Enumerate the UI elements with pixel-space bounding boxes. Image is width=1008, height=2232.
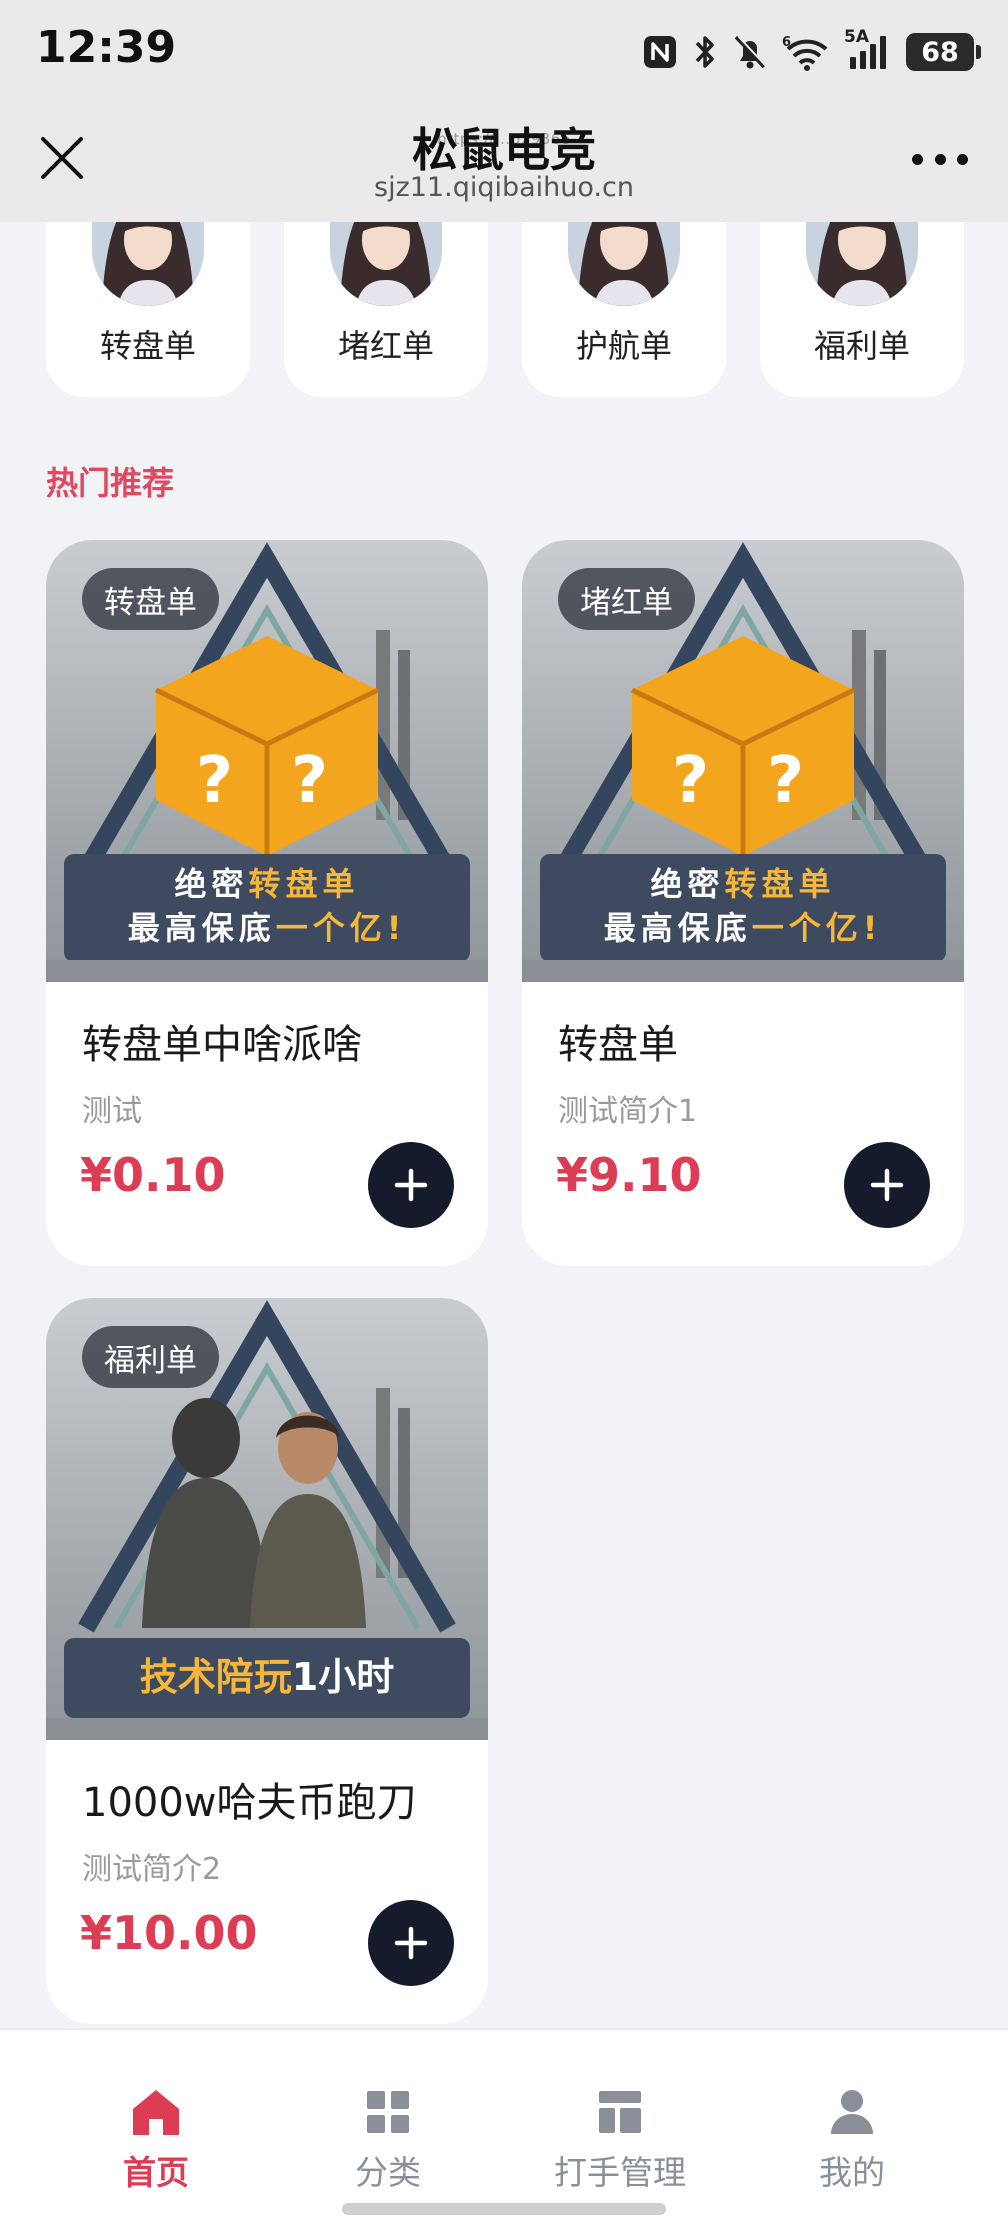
banner-highlight: 一个亿! [275, 909, 407, 947]
wifi-icon: 6 [782, 33, 832, 71]
layout-icon [599, 2091, 641, 2133]
svg-text:?: ? [291, 744, 328, 818]
page-title: 松鼠电竞 [412, 123, 596, 177]
banner-text: 最高保底 [603, 909, 752, 947]
nav-label: 首页 [123, 2153, 189, 2192]
category-card-bid[interactable]: 堵红单 [284, 222, 488, 397]
category-label: 堵红单 [337, 327, 434, 365]
more-menu-button[interactable] [912, 144, 968, 174]
banner-highlight: 转盘单 [724, 865, 836, 903]
category-label: 转盘单 [99, 327, 196, 365]
main-content[interactable]: 转盘单 堵红单 护航单 福利单 热门推荐 ? ? 绝密转盘单 最高保底一个亿! … [0, 222, 1008, 2028]
home-indicator[interactable] [342, 2203, 666, 2215]
title-bar: https://...p29366 松鼠电竞 sjz11.qiqibaihuo.… [0, 108, 1008, 222]
product-card[interactable]: ? ? 绝密转盘单 最高保底一个亿! 转盘单 转盘单中啥派啥 测试 ¥0.10 [46, 540, 488, 1266]
more-dot-icon [934, 153, 946, 165]
product-card[interactable]: 技术陪玩1小时 福利单 1000w哈夫币跑刀 测试简介2 ¥10.00 [46, 1298, 488, 2024]
nav-label: 我的 [819, 2153, 885, 2192]
svg-text:?: ? [672, 744, 709, 818]
bottom-nav: 首页 分类 打手管理 我的 [0, 2028, 1008, 2232]
user-icon [831, 2090, 873, 2134]
product-card[interactable]: ? ? 绝密转盘单 最高保底一个亿! 堵红单 转盘单 测试简介1 ¥9.10 [522, 540, 964, 1266]
product-tag: 福利单 [82, 1326, 219, 1388]
product-description: 测试简介1 [558, 1094, 698, 1129]
add-to-cart-button[interactable] [844, 1142, 930, 1228]
product-price: ¥9.10 [556, 1148, 702, 1202]
product-banner: 绝密转盘单 最高保底一个亿! [540, 862, 946, 950]
category-card-escort[interactable]: 护航单 [522, 222, 726, 397]
status-icons: 6 5A 68 [642, 27, 981, 74]
section-title-hot: 热门推荐 [46, 464, 175, 502]
banner-text: 绝密 [650, 865, 725, 903]
banner-highlight: 一个亿! [751, 909, 883, 947]
category-label: 护航单 [575, 327, 672, 365]
grid-icon [367, 2091, 409, 2133]
banner-highlight: 转盘单 [248, 865, 360, 903]
network-type: 5A [844, 27, 869, 47]
signal-icon: 5A [844, 27, 892, 71]
product-tag: 转盘单 [82, 568, 219, 630]
category-label: 福利单 [813, 327, 910, 365]
product-description: 测试 [82, 1094, 142, 1129]
nav-label: 分类 [355, 2153, 421, 2192]
plus-icon [394, 1168, 428, 1202]
battery-icon: 68 [906, 33, 981, 71]
category-row: 转盘单 堵红单 护航单 福利单 [46, 222, 964, 397]
nfc-icon [642, 34, 678, 70]
more-dot-icon [957, 153, 968, 165]
product-banner: 技术陪玩1小时 [64, 1652, 470, 1702]
product-description: 测试简介2 [82, 1852, 222, 1887]
category-avatar [92, 222, 204, 306]
svg-text:?: ? [196, 744, 233, 818]
plus-icon [394, 1926, 428, 1960]
banner-highlight: 技术陪玩 [139, 1655, 292, 1699]
banner-text: 绝密 [174, 865, 249, 903]
product-name: 转盘单 [558, 1022, 678, 1068]
nav-profile[interactable]: 我的 [752, 2084, 952, 2194]
product-price: ¥0.10 [80, 1148, 226, 1202]
home-icon [133, 2090, 179, 2135]
add-to-cart-button[interactable] [368, 1142, 454, 1228]
category-avatar [330, 222, 442, 306]
more-dot-icon [912, 153, 923, 165]
nav-home[interactable]: 首页 [56, 2084, 256, 2194]
product-name: 转盘单中啥派啥 [82, 1022, 362, 1068]
nav-category[interactable]: 分类 [288, 2084, 488, 2194]
product-name: 1000w哈夫币跑刀 [82, 1780, 417, 1826]
product-banner: 绝密转盘单 最高保底一个亿! [64, 862, 470, 950]
nav-label: 打手管理 [554, 2153, 686, 2192]
bluetooth-icon [692, 33, 718, 71]
category-card-welfare[interactable]: 福利单 [760, 222, 964, 397]
category-avatar [568, 222, 680, 306]
banner-text: 最高保底 [127, 909, 276, 947]
plus-icon [870, 1168, 904, 1202]
banner-text: 1小时 [291, 1655, 395, 1699]
page-domain: sjz11.qiqibaihuo.cn [374, 172, 634, 203]
svg-text:?: ? [767, 744, 804, 818]
nav-player-management[interactable]: 打手管理 [520, 2084, 720, 2194]
product-tag: 堵红单 [558, 568, 695, 630]
category-avatar [806, 222, 918, 306]
category-card-spin[interactable]: 转盘单 [46, 222, 250, 397]
status-time: 12:39 [36, 22, 177, 73]
product-price: ¥10.00 [80, 1906, 258, 1960]
add-to-cart-button[interactable] [368, 1900, 454, 1986]
mute-icon [732, 33, 768, 71]
status-bar: 12:39 6 5A 68 [0, 0, 1008, 108]
